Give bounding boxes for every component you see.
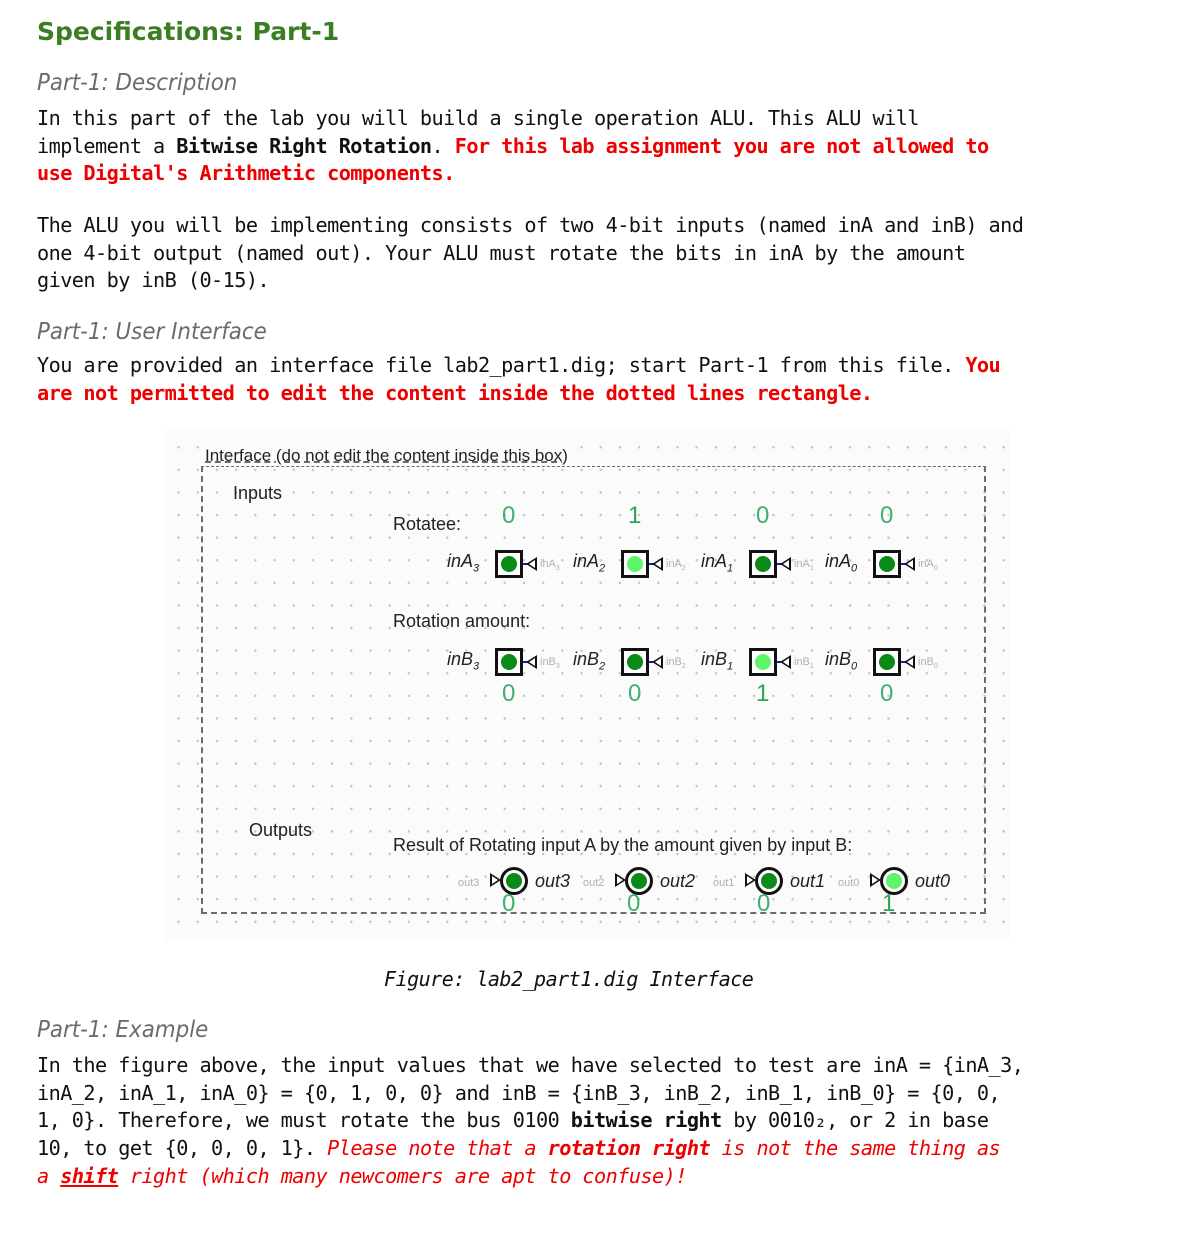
note-text: right (which many newcomers are apt to c… <box>118 1163 688 1188</box>
result-label: Result of Rotating input A by the amount… <box>393 835 853 855</box>
description-heading: Part-1: Description <box>37 70 238 96</box>
text: You are provided an interface file lab2_… <box>37 353 966 377</box>
inB-0-value: 0 <box>880 680 894 707</box>
outputs-label: Outputs <box>249 820 313 840</box>
rotatee-label: Rotatee: <box>393 514 462 534</box>
inA-1-input-switch[interactable] <box>749 550 777 578</box>
input-pin-triangle-icon <box>904 655 915 669</box>
page-heading: Specifications: Part-1 <box>37 17 340 46</box>
led-indicator-icon <box>879 654 895 670</box>
inB-pin-label: inB2 <box>573 649 606 673</box>
led-indicator-icon <box>761 873 777 889</box>
out0-value: 1 <box>882 890 896 917</box>
inA-1-value: 0 <box>756 502 770 529</box>
inA-pin-label: inA2 <box>573 551 606 575</box>
example-paragraph: In the figure above, the input values th… <box>37 1052 1167 1191</box>
led-indicator-icon <box>501 654 517 670</box>
interface-figure: Interface (do not edit the content insid… <box>165 430 1010 940</box>
inB-2-value: 0 <box>628 680 642 707</box>
figure-box-title: Interface (do not edit the content insid… <box>203 446 570 466</box>
led-indicator-icon <box>886 873 902 889</box>
inA-tunnel-label: inA1 <box>794 558 814 573</box>
out2-label: out2 <box>660 871 696 891</box>
description-paragraph-1: In this part of the lab you will build a… <box>37 105 1167 188</box>
inA-tunnel-label: inA3 <box>540 558 560 573</box>
out0-tunnel-label: out0 <box>838 877 860 889</box>
inA-pin-label: inA1 <box>701 551 734 575</box>
inB-pin-label: inB1 <box>701 649 734 673</box>
inA-3-value: 0 <box>502 502 516 529</box>
led-indicator-icon <box>755 556 771 572</box>
description-paragraph-2: The ALU you will be implementing consist… <box>37 213 1024 293</box>
input-pin-triangle-icon <box>652 557 663 571</box>
note-bold-text: rotation right <box>547 1136 711 1161</box>
input-pin-triangle-icon <box>904 557 915 571</box>
example-heading: Part-1: Example <box>37 1017 209 1043</box>
inB-3-value: 0 <box>502 680 516 707</box>
out3-value: 0 <box>502 890 516 917</box>
inB-0-input-switch[interactable] <box>873 648 901 676</box>
note-shift-text: shift <box>60 1163 119 1188</box>
input-pin-triangle-icon <box>526 655 537 669</box>
input-pin-triangle-icon <box>780 557 791 571</box>
user-interface-paragraph: You are provided an interface file lab2_… <box>37 352 1167 407</box>
led-indicator-icon <box>627 556 643 572</box>
inA-tunnel-label: inA2 <box>666 558 686 573</box>
inB-3-input-switch[interactable] <box>495 648 523 676</box>
out1-label: out1 <box>790 871 826 891</box>
led-indicator-icon <box>506 873 522 889</box>
inB-pin-label: inB0 <box>825 649 858 673</box>
inB-pin-label: inB3 <box>447 649 480 673</box>
inB-tunnel-label: inB3 <box>540 656 560 671</box>
user-interface-heading: Part-1: User Interface <box>37 319 267 345</box>
inA-tunnel-label: inA0 <box>918 558 938 573</box>
out3-label: out3 <box>535 871 571 891</box>
inputs-label: Inputs <box>233 483 283 503</box>
input-pin-triangle-icon <box>526 557 537 571</box>
led-indicator-icon <box>755 654 771 670</box>
bold-text: bitwise right <box>570 1108 722 1133</box>
inA-pin-label: inA3 <box>447 551 480 575</box>
input-pin-triangle-icon <box>780 655 791 669</box>
bold-text: Bitwise Right Rotation <box>176 133 432 158</box>
led-indicator-icon <box>501 556 517 572</box>
inA-2-value: 1 <box>628 502 642 529</box>
inA-0-input-switch[interactable] <box>873 550 901 578</box>
inB-1-value: 1 <box>756 680 770 707</box>
inB-2-input-switch[interactable] <box>621 648 649 676</box>
inB-tunnel-label: inB0 <box>918 656 938 671</box>
inA-pin-label: inA0 <box>825 551 858 575</box>
inB-tunnel-label: inB2 <box>666 656 686 671</box>
inB-tunnel-label: inB1 <box>794 656 814 671</box>
input-pin-triangle-icon <box>652 655 663 669</box>
out2-tunnel-label: out2 <box>583 877 605 889</box>
out0-label: out0 <box>915 871 951 891</box>
out1-tunnel-label: out1 <box>713 877 735 889</box>
rotation-amount-label: Rotation amount: <box>393 611 531 631</box>
led-indicator-icon <box>631 873 647 889</box>
figure-caption: Figure: lab2_part1.dig Interface <box>384 967 754 991</box>
led-indicator-icon <box>879 556 895 572</box>
led-indicator-icon <box>627 654 643 670</box>
text: . <box>431 133 455 158</box>
out1-value: 0 <box>757 890 771 917</box>
note-text: Please note that a <box>327 1136 548 1161</box>
out2-value: 0 <box>627 890 641 917</box>
inA-3-input-switch[interactable] <box>495 550 523 578</box>
inA-0-value: 0 <box>880 502 894 529</box>
out3-tunnel-label: out3 <box>458 877 480 889</box>
inA-2-input-switch[interactable] <box>621 550 649 578</box>
inB-1-input-switch[interactable] <box>749 648 777 676</box>
